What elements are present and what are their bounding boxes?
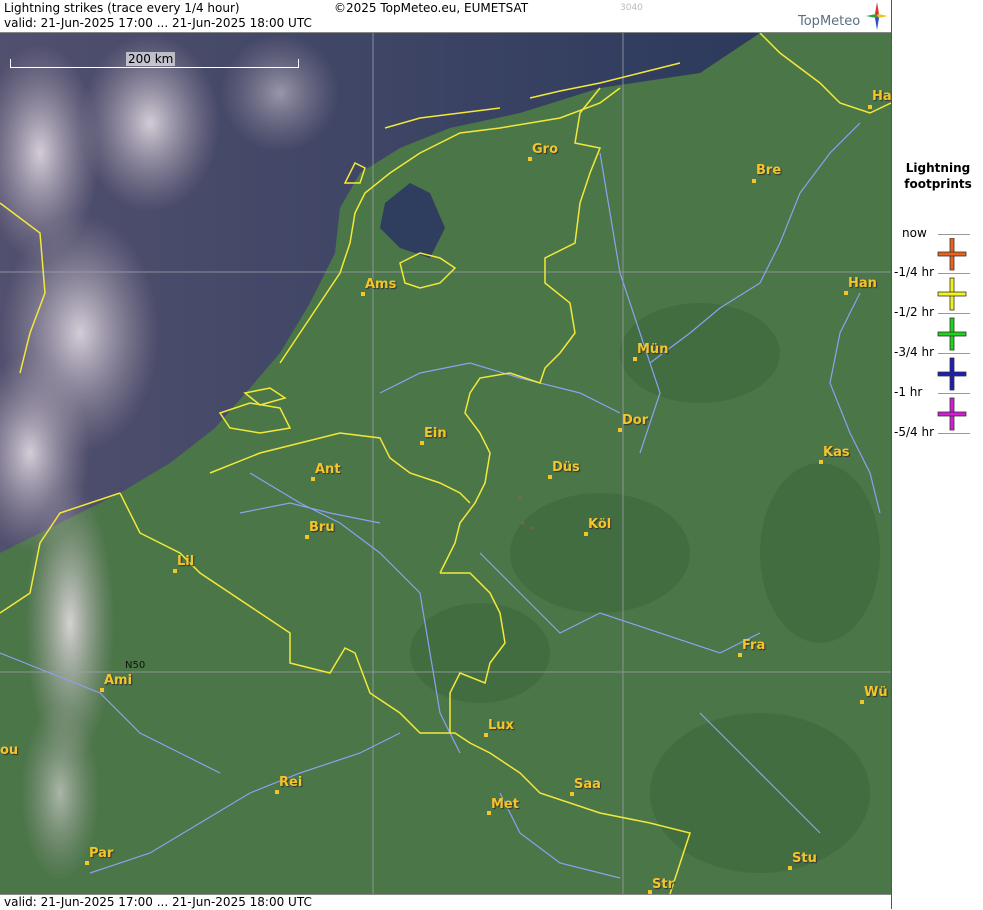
city-marker <box>618 428 622 432</box>
legend-divider <box>938 234 970 235</box>
magenta-cross-icon <box>937 397 967 431</box>
city-label: Dor <box>622 413 649 428</box>
city-label: Kas <box>823 445 850 460</box>
blue-cross-icon <box>937 357 967 391</box>
city-label: Met <box>491 797 519 812</box>
topmeteo-logo[interactable]: TopMeteo <box>796 2 888 30</box>
city-marker <box>528 157 532 161</box>
city-label: Mün <box>637 342 669 357</box>
city-marker <box>100 688 104 692</box>
green-cross-icon <box>937 317 967 351</box>
scale-label: 200 km <box>126 52 176 66</box>
legend-label-half: -1/2 hr <box>894 305 934 319</box>
legend-markers <box>937 238 967 431</box>
header-bar: Lightning strikes (trace every 1/4 hour)… <box>0 0 891 33</box>
city-label: Wü <box>864 685 888 700</box>
compass-star-icon <box>866 2 888 30</box>
city-marker <box>844 291 848 295</box>
city-marker <box>484 733 488 737</box>
city-label: Saa <box>574 777 601 792</box>
city-marker <box>311 477 315 481</box>
city-label: Rei <box>279 775 303 790</box>
city-label: ou <box>0 743 19 758</box>
latitude-label: N50 <box>125 660 146 671</box>
city-label: Gro <box>532 142 559 157</box>
copyright: ©2025 TopMeteo.eu, EUMETSAT <box>334 1 529 15</box>
city-marker <box>173 569 177 573</box>
city-marker <box>738 653 742 657</box>
legend-label-one-hour: -1 hr <box>894 385 923 399</box>
city-label: Ein <box>424 426 447 441</box>
city-label: Par <box>89 846 114 861</box>
city-marker <box>860 700 864 704</box>
orange-cross-icon <box>937 238 967 271</box>
city-label: Lil <box>177 554 195 569</box>
city-label: Str <box>652 877 674 892</box>
logo-text: TopMeteo <box>798 14 861 29</box>
city-marker <box>305 535 309 539</box>
legend-title-line2: footprints <box>904 177 972 191</box>
city-marker <box>420 441 424 445</box>
city-marker <box>752 179 756 183</box>
footer-bar: valid: 21-Jun-2025 17:00 ... 21-Jun-2025… <box>0 894 891 910</box>
city-marker <box>548 475 552 479</box>
city-marker <box>819 460 823 464</box>
city-label: Bre <box>756 163 782 178</box>
city-label: Ant <box>315 462 341 477</box>
legend-label-now: now <box>902 226 927 240</box>
city-label: Bru <box>309 520 335 535</box>
city-label: Düs <box>552 460 580 475</box>
map-title: Lightning strikes (trace every 1/4 hour) <box>4 1 240 15</box>
city-marker <box>361 292 365 296</box>
lightning-map[interactable]: 200 km N50 Gro Bre Ha Ams Han Mün Dor Ei… <box>0 33 891 894</box>
city-label: Stu <box>792 851 817 866</box>
valid-time: valid: 21-Jun-2025 17:00 ... 21-Jun-2025… <box>4 16 312 30</box>
legend-label-quarter: -1/4 hr <box>894 265 934 279</box>
city-marker <box>570 792 574 796</box>
legend-panel: Lightning footprints now -1/4 hr -1/2 hr… <box>891 0 983 909</box>
city-marker <box>788 866 792 870</box>
city-label: Lux <box>488 718 514 733</box>
city-label: Ami <box>104 673 133 688</box>
footer-valid-time: valid: 21-Jun-2025 17:00 ... 21-Jun-2025… <box>4 895 312 909</box>
city-marker <box>633 357 637 361</box>
city-marker <box>275 790 279 794</box>
legend-title: Lightning footprints <box>892 160 983 192</box>
map-code: 3040 <box>620 3 643 13</box>
city-marker <box>868 105 872 109</box>
legend-label-three-quarter: -3/4 hr <box>894 345 934 359</box>
city-label: Ha <box>872 89 891 104</box>
legend-title-line1: Lightning <box>905 161 971 175</box>
yellow-cross-icon <box>937 277 967 311</box>
city-label: Han <box>848 276 877 291</box>
city-marker <box>85 861 89 865</box>
city-label: Köl <box>588 517 612 532</box>
city-label: Fra <box>742 638 766 653</box>
city-marker <box>584 532 588 536</box>
city-label: Ams <box>365 277 397 292</box>
legend-label-five-quarter: -5/4 hr <box>894 425 934 439</box>
